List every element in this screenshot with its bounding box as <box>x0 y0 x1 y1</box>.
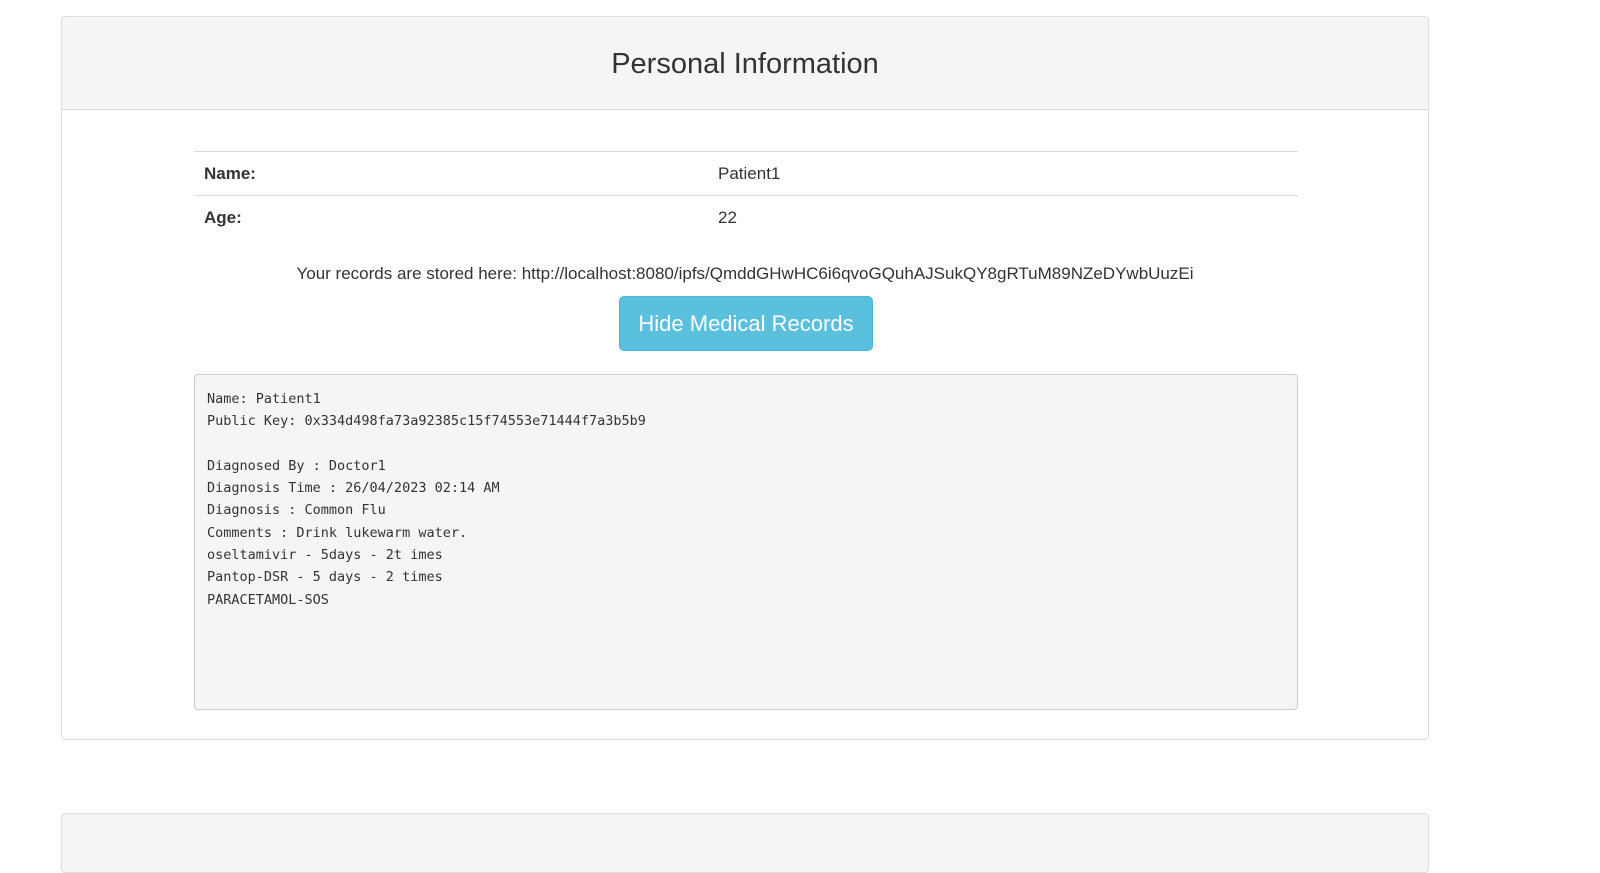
panel-heading: Personal Information <box>62 17 1428 110</box>
panel-title: Personal Information <box>611 47 879 80</box>
personal-information-panel: Personal Information Name: Patient1 Age:… <box>61 16 1429 740</box>
records-location-text: Your records are stored here: http://loc… <box>296 264 1194 283</box>
name-label: Name: <box>194 151 708 196</box>
age-value: 22 <box>708 195 1298 239</box>
medical-records-textbox[interactable]: Name: Patient1 Public Key: 0x334d498fa73… <box>194 374 1298 710</box>
name-value: Patient1 <box>708 151 1298 196</box>
hide-medical-records-button[interactable]: Hide Medical Records <box>619 296 873 351</box>
patient-info-table: Name: Patient1 Age: 22 <box>194 151 1298 239</box>
next-panel <box>61 813 1429 873</box>
table-row-name: Name: Patient1 <box>194 151 1298 196</box>
table-row-age: Age: 22 <box>194 195 1298 239</box>
age-label: Age: <box>194 195 708 239</box>
